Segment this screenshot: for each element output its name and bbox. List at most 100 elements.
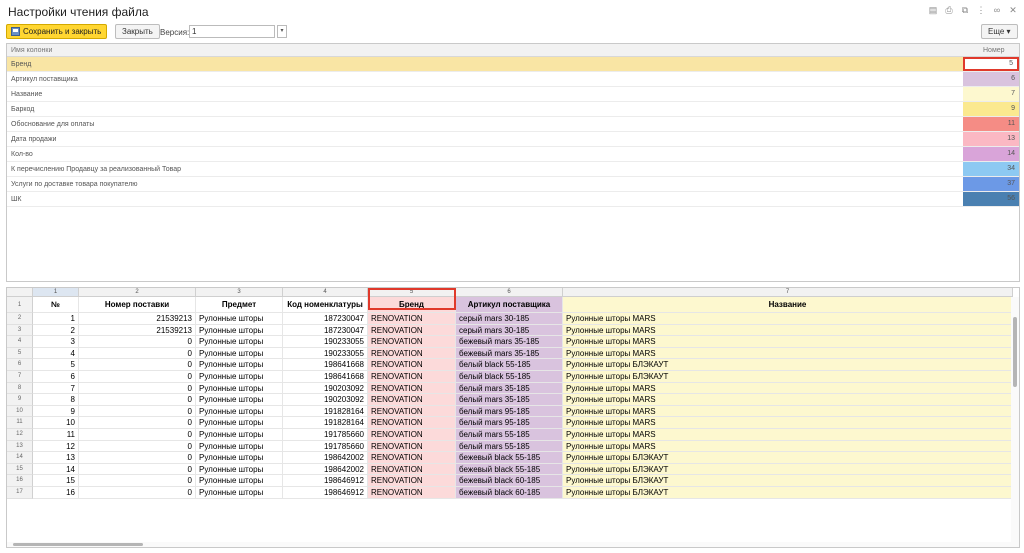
sheet-header-cell[interactable]: Код номенклатуры (283, 297, 368, 313)
sheet-cell[interactable]: Рулонные шторы (196, 452, 283, 464)
mapping-row[interactable]: К перечислению Продавцу за реализованный… (7, 162, 1019, 177)
row-number[interactable]: 16 (7, 475, 33, 487)
mapping-column-number[interactable]: 37 (963, 177, 1019, 191)
sheet-cell[interactable]: 187230047 (283, 313, 368, 325)
sheet-cell[interactable]: 0 (79, 405, 196, 418)
sheet-cell[interactable]: 0 (79, 359, 196, 371)
sheet-cell[interactable]: RENOVATION (368, 371, 456, 383)
sheet-cell[interactable]: 198642002 (283, 463, 368, 476)
sheet-cell[interactable]: серый mars 30-185 (456, 324, 563, 337)
sheet-cell[interactable]: белый mars 55-185 (456, 440, 563, 453)
row-number[interactable]: 5 (7, 347, 33, 360)
sheet-cell[interactable]: Рулонные шторы (196, 313, 283, 325)
scroll-thumb[interactable] (1013, 317, 1017, 387)
row-number[interactable]: 4 (7, 336, 33, 348)
save-and-close-button[interactable]: Сохранить и закрыть (6, 24, 108, 39)
mapping-row[interactable]: Кол-во 14 (7, 147, 1019, 162)
sheet-cell[interactable]: 187230047 (283, 324, 368, 337)
mapping-row[interactable]: Услуги по доставке товара покупателю 37 (7, 177, 1019, 192)
sheet-cell[interactable]: 0 (79, 417, 196, 429)
sheet-cell[interactable]: Рулонные шторы (196, 359, 283, 371)
sheet-cell[interactable]: белый mars 55-185 (456, 429, 563, 441)
column-number-header[interactable]: 1 (33, 288, 79, 297)
mapping-row[interactable]: Бренд 5 (7, 57, 1019, 72)
sheet-cell[interactable]: Рулонные шторы (196, 382, 283, 395)
sheet-cell[interactable]: бежевый black 55-185 (456, 463, 563, 476)
sheet-cell[interactable]: RENOVATION (368, 487, 456, 499)
sheet-cell[interactable]: RENOVATION (368, 313, 456, 325)
column-number-header[interactable]: 4 (283, 288, 368, 297)
sheet-cell[interactable]: 190233055 (283, 347, 368, 360)
link-icon[interactable]: ∞ (992, 5, 1002, 15)
sheet-cell[interactable]: серый mars 30-185 (456, 313, 563, 325)
sheet-cell[interactable]: 198641668 (283, 371, 368, 383)
sheet-cell[interactable]: RENOVATION (368, 463, 456, 476)
sheet-cell[interactable]: 191785660 (283, 440, 368, 453)
preview-icon[interactable]: ⧉ (960, 5, 970, 15)
row-number[interactable]: 6 (7, 359, 33, 371)
scroll-thumb[interactable] (13, 543, 143, 546)
sheet-cell[interactable]: 0 (79, 475, 196, 487)
row-number[interactable]: 9 (7, 394, 33, 406)
sheet-header-cell[interactable]: № (33, 297, 79, 313)
sheet-cell[interactable]: Рулонные шторы (196, 336, 283, 348)
chevron-down-icon[interactable]: ▾ (277, 25, 287, 38)
sheet-cell[interactable]: Рулонные шторы БЛЭКАУТ (563, 487, 1013, 499)
sheet-cell[interactable]: Рулонные шторы (196, 417, 283, 429)
row-number[interactable]: 11 (7, 417, 33, 429)
column-number-header[interactable]: 6 (456, 288, 563, 297)
sheet-cell[interactable]: 4 (33, 347, 79, 360)
sheet-cell[interactable]: Рулонные шторы MARS (563, 313, 1013, 325)
sheet-cell[interactable]: бежевый black 60-185 (456, 487, 563, 499)
sheet-cell[interactable]: 190233055 (283, 336, 368, 348)
row-number[interactable]: 8 (7, 382, 33, 395)
sheet-cell[interactable]: 191828164 (283, 417, 368, 429)
sheet-cell[interactable]: 12 (33, 440, 79, 453)
sheet-cell[interactable]: RENOVATION (368, 394, 456, 406)
sheet-cell[interactable]: 0 (79, 336, 196, 348)
sheet-cell[interactable]: RENOVATION (368, 359, 456, 371)
row-number[interactable]: 7 (7, 371, 33, 383)
sheet-header-cell[interactable]: Артикул поставщика (456, 297, 563, 313)
sheet-cell[interactable]: Рулонные шторы БЛЭКАУТ (563, 452, 1013, 464)
sheet-cell[interactable]: 0 (79, 371, 196, 383)
sheet-cell[interactable]: Рулонные шторы MARS (563, 417, 1013, 429)
sheet-header-cell[interactable]: Название (563, 297, 1013, 313)
horizontal-scrollbar[interactable] (7, 542, 1019, 547)
sheet-cell[interactable]: 2 (33, 324, 79, 337)
sheet-cell[interactable]: Рулонные шторы (196, 429, 283, 441)
sheet-cell[interactable]: 0 (79, 347, 196, 360)
sheet-cell[interactable]: 3 (33, 336, 79, 348)
sheet-cell[interactable]: Рулонные шторы (196, 475, 283, 487)
sheet-cell[interactable]: белый mars 95-185 (456, 417, 563, 429)
sheet-cell[interactable]: Рулонные шторы MARS (563, 440, 1013, 453)
sheet-cell[interactable]: белый black 55-185 (456, 371, 563, 383)
mapping-row[interactable]: Баркод 9 (7, 102, 1019, 117)
sheet-cell[interactable]: RENOVATION (368, 417, 456, 429)
version-input[interactable]: 1 (189, 25, 275, 38)
mapping-column-number[interactable]: 13 (963, 132, 1019, 146)
sheet-cell[interactable]: 5 (33, 359, 79, 371)
mapping-column-number[interactable]: 56 (963, 192, 1019, 206)
sheet-header-cell[interactable]: Номер поставки (79, 297, 196, 313)
save-doc-icon[interactable]: ▤ (928, 5, 938, 15)
sheet-cell[interactable]: Рулонные шторы MARS (563, 429, 1013, 441)
row-number[interactable]: 17 (7, 487, 33, 499)
row-number[interactable]: 15 (7, 463, 33, 476)
mapping-row[interactable]: ШК 56 (7, 192, 1019, 207)
sheet-cell[interactable]: 198646912 (283, 475, 368, 487)
vertical-scrollbar[interactable] (1011, 297, 1019, 545)
sheet-cell[interactable]: Рулонные шторы (196, 371, 283, 383)
row-number[interactable]: 10 (7, 405, 33, 418)
mapping-row[interactable]: Обоснование для оплаты 11 (7, 117, 1019, 132)
row-number[interactable]: 3 (7, 324, 33, 337)
mapping-column-number[interactable]: 11 (963, 117, 1019, 131)
sheet-cell[interactable]: Рулонные шторы (196, 324, 283, 337)
sheet-cell[interactable]: 6 (33, 371, 79, 383)
sheet-cell[interactable]: 21539213 (79, 313, 196, 325)
row-number[interactable]: 13 (7, 440, 33, 453)
sheet-cell[interactable]: Рулонные шторы (196, 394, 283, 406)
sheet-cell[interactable]: 0 (79, 440, 196, 453)
mapping-column-number[interactable]: 14 (963, 147, 1019, 161)
mapping-column-number[interactable]: 7 (963, 87, 1019, 101)
